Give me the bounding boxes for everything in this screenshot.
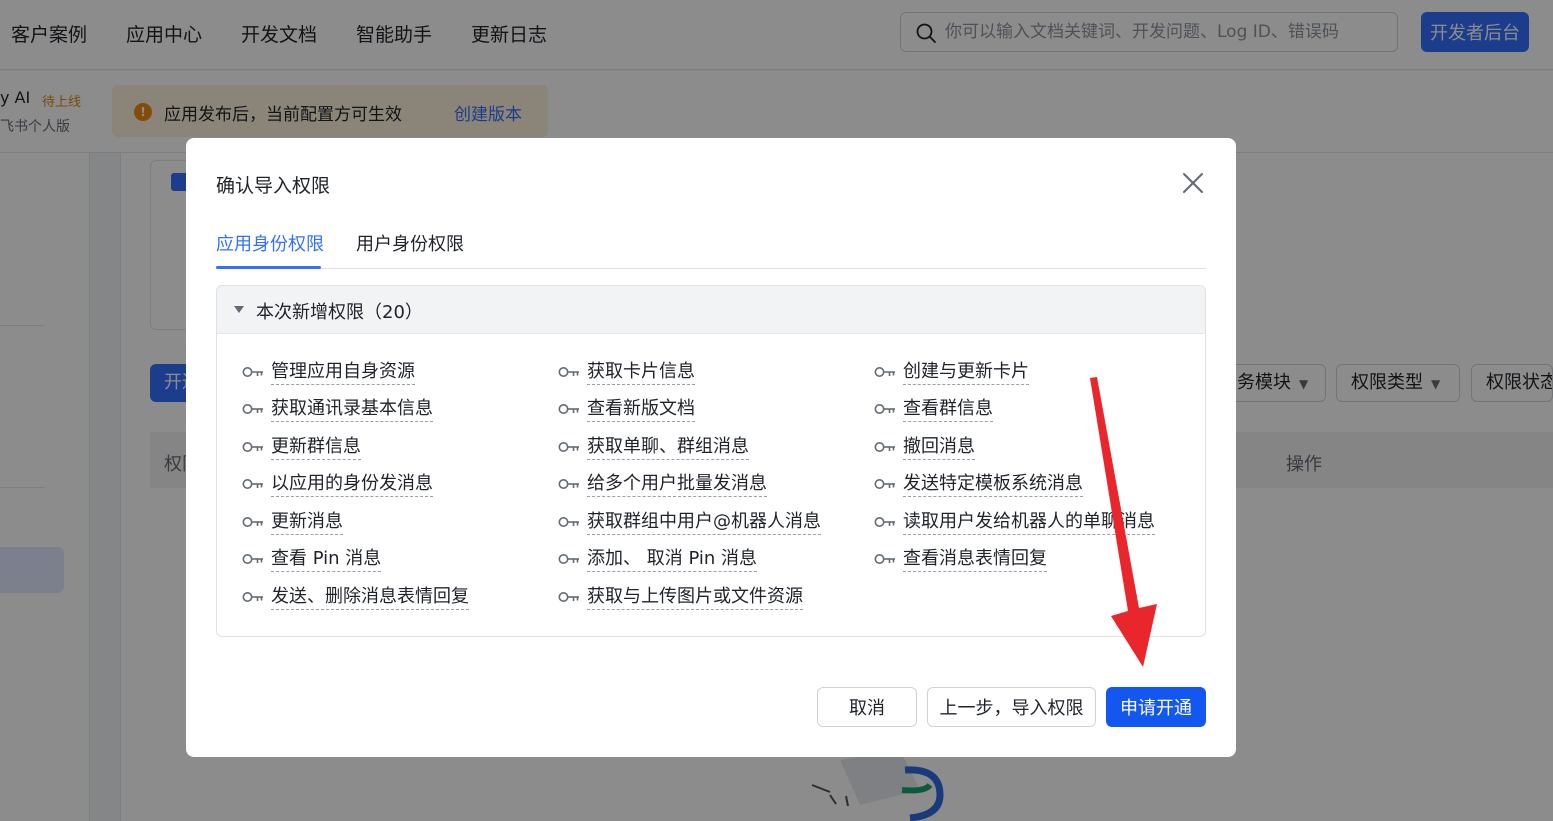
active-tab-indicator: [216, 266, 321, 269]
caret-down-icon: [234, 306, 244, 313]
tab-app-identity-permissions[interactable]: 应用身份权限: [216, 230, 324, 256]
key-icon: [242, 592, 263, 602]
permission-label[interactable]: 查看新版文档: [587, 397, 695, 422]
key-icon: [242, 404, 263, 414]
permission-label[interactable]: 查看 Pin 消息: [271, 547, 382, 572]
new-permissions-panel: 本次新增权限（20） 管理应用自身资源 获取卡片信息 创建与更新卡片获取通讯录基本信…: [216, 285, 1206, 637]
key-icon: [242, 367, 263, 377]
permission-label[interactable]: 获取群组中用户@机器人消息: [587, 510, 821, 535]
key-icon: [874, 367, 895, 377]
permission-label[interactable]: 获取与上传图片或文件资源: [587, 585, 803, 610]
permission-label[interactable]: 管理应用自身资源: [271, 360, 415, 385]
key-icon: [874, 479, 895, 489]
tab-divider: [216, 268, 1206, 269]
key-icon: [558, 367, 579, 377]
key-icon: [558, 554, 579, 564]
cancel-button[interactable]: 取消: [817, 687, 917, 727]
key-icon: [874, 404, 895, 414]
confirm-import-permissions-dialog: 确认导入权限 应用身份权限 用户身份权限 本次新增权限（20） 管理应用自身资源…: [186, 138, 1236, 757]
key-icon: [242, 479, 263, 489]
permission-label[interactable]: 获取通讯录基本信息: [271, 397, 433, 422]
permission-label[interactable]: 给多个用户批量发消息: [587, 472, 767, 497]
permission-label[interactable]: 读取用户发给机器人的单聊消息: [903, 510, 1155, 535]
key-icon: [242, 554, 263, 564]
permission-label[interactable]: 添加、 取消 Pin 消息: [587, 547, 758, 572]
dialog-title: 确认导入权限: [216, 175, 331, 197]
key-icon: [874, 554, 895, 564]
key-icon: [242, 517, 263, 527]
permission-label[interactable]: 查看群信息: [903, 397, 993, 422]
permission-label[interactable]: 获取卡片信息: [587, 360, 695, 385]
key-icon: [242, 442, 263, 452]
permission-label[interactable]: 撤回消息: [903, 435, 975, 460]
permission-label[interactable]: 发送、删除消息表情回复: [271, 585, 469, 610]
tab-user-identity-permissions[interactable]: 用户身份权限: [356, 230, 464, 256]
key-icon: [558, 442, 579, 452]
permission-label[interactable]: 查看消息表情回复: [903, 547, 1047, 572]
previous-step-import-button[interactable]: 上一步，导入权限: [927, 687, 1096, 727]
permission-label[interactable]: 更新消息: [271, 510, 343, 535]
key-icon: [558, 479, 579, 489]
close-icon[interactable]: [1180, 170, 1206, 196]
permission-label[interactable]: 更新群信息: [271, 435, 361, 460]
key-icon: [874, 442, 895, 452]
section-title: 本次新增权限（20）: [256, 302, 423, 323]
key-icon: [558, 517, 579, 527]
permission-label[interactable]: 创建与更新卡片: [903, 360, 1029, 385]
new-permissions-section-header[interactable]: 本次新增权限（20）: [217, 286, 1205, 334]
permission-label[interactable]: 以应用的身份发消息: [271, 472, 433, 497]
permission-label[interactable]: 发送特定模板系统消息: [903, 472, 1083, 497]
apply-activation-button[interactable]: 申请开通: [1106, 687, 1206, 727]
key-icon: [558, 592, 579, 602]
permission-label[interactable]: 获取单聊、群组消息: [587, 435, 749, 460]
key-icon: [558, 404, 579, 414]
key-icon: [874, 517, 895, 527]
